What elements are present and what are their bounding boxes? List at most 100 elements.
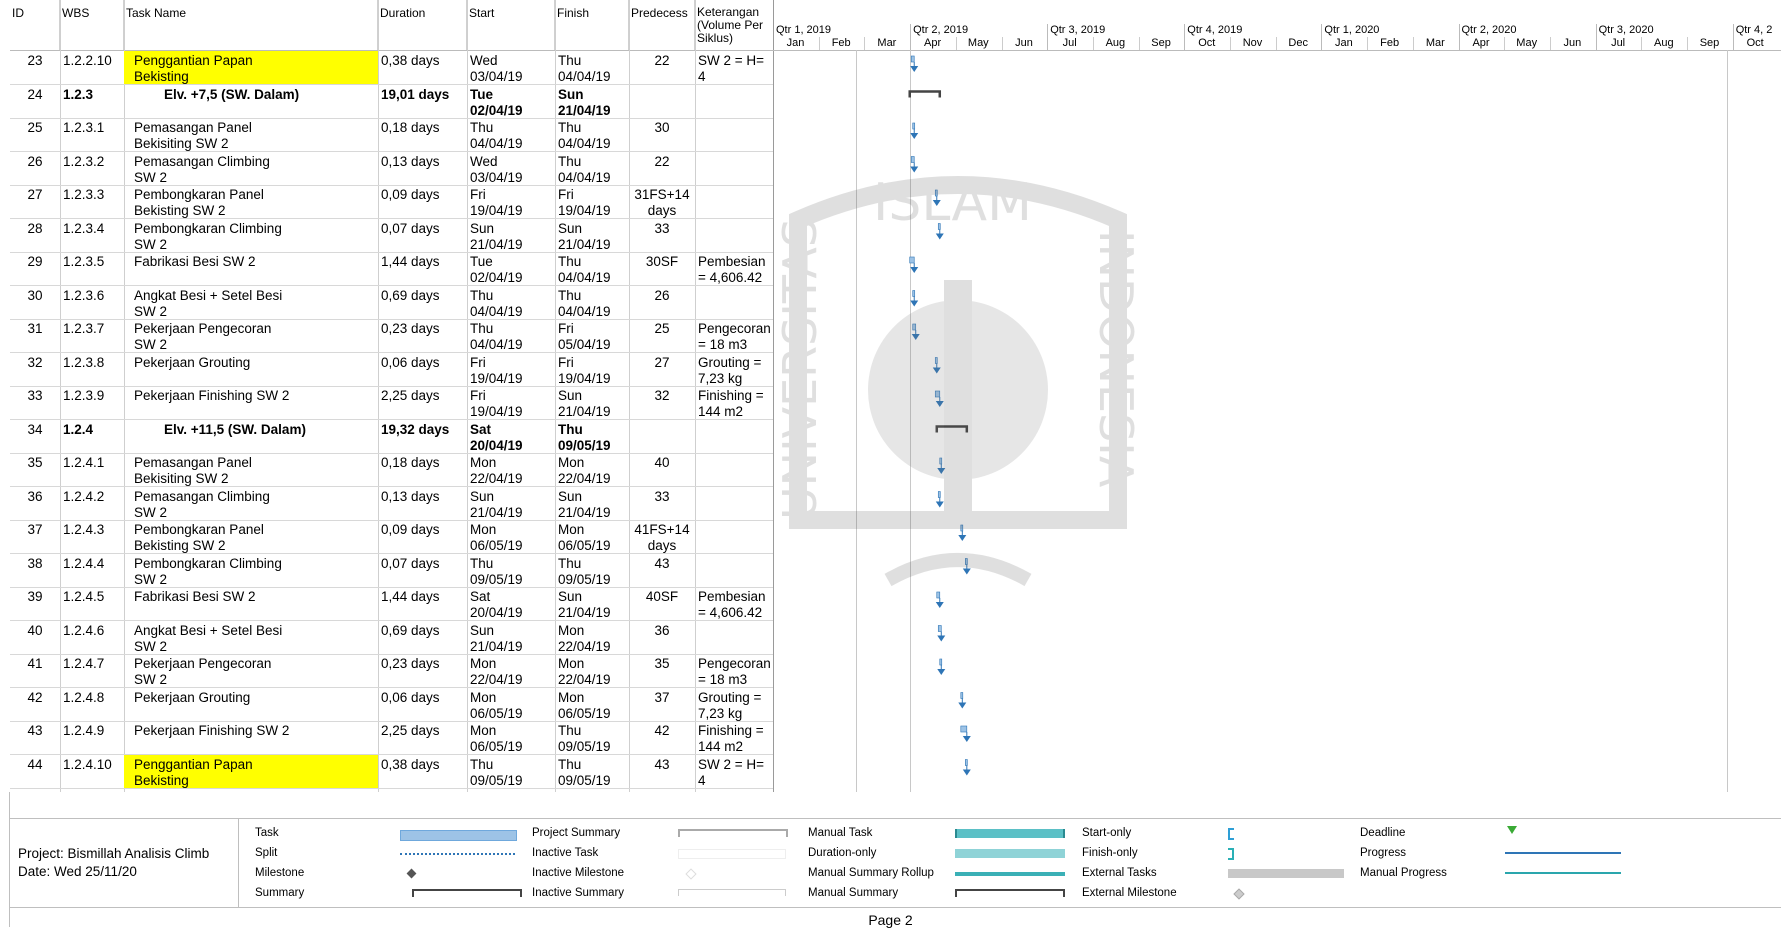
table-row[interactable]: 26 1.2.3.2 Pemasangan Climbing SW 2 0,13 day… (10, 152, 773, 186)
legend-label-external-milestone: External Milestone (1082, 887, 1177, 899)
table-row[interactable]: 27 1.2.3.3 Pembongkaran Panel Bekisting SW … (10, 185, 773, 219)
table-row[interactable]: 38 1.2.4.4 Pembongkaran Climbing SW 2 0,07 d… (10, 554, 773, 588)
task-id-line1: 38 (27, 555, 43, 571)
task-predecessors: 30 (629, 118, 695, 151)
task-wbs: 1.2.3.1 (60, 118, 124, 151)
task-name: Elv. +7,5 (SW. Dalam) (124, 85, 378, 118)
task-name: Pembongkaran Climbing SW 2 (124, 554, 378, 587)
task-start-line1: Thu (470, 287, 494, 303)
task-start-line2: 03/04/19 (470, 169, 523, 185)
table-row[interactable]: 34 1.2.4 Elv. +11,5 (SW. Dalam) 19,32 days S… (10, 420, 773, 454)
task-name-line1: Pekerjaan Pengecoran (134, 656, 272, 671)
task-start: Thu 09/05/19 (467, 554, 555, 587)
table-row[interactable]: 25 1.2.3.1 Pemasangan Panel Bekisiting SW 2… (10, 118, 773, 152)
table-row[interactable]: 30 1.2.3.6 Angkat Besi + Setel Besi SW 2 0,6… (10, 286, 773, 320)
task-start-line1: Mon (470, 455, 497, 470)
task-duration: 0,69 days (378, 286, 467, 319)
task-wbs-line1: 1.2.3 (63, 86, 94, 102)
table-row[interactable]: 37 1.2.4.3 Pembongkaran Panel Bekisting SW … (10, 520, 773, 554)
task-predecessors: 31FS+14 days (629, 185, 695, 218)
timescale-header: Jan Feb Mar Apr May Jun Jul Aug Sep Oct Nov Dec Jan F… (773, 0, 1781, 51)
task-predecessors: 30SF (629, 252, 695, 285)
legend-task-symbol (400, 830, 517, 841)
task-keterangan (695, 185, 773, 218)
table-row[interactable]: 44 1.2.4.10 Penggantian Papan Bekisting 0,38… (10, 754, 773, 789)
timescale-month: Jul (1062, 37, 1077, 49)
task-predecessors-line1: 22 (654, 53, 670, 68)
task-keterangan-line2: 144 m2 (698, 739, 744, 754)
table-row[interactable]: 39 1.2.4.5 Fabrikasi Besi SW 2 1,44 days Sat… (10, 587, 773, 621)
legend-inactive-milestone-diamond (685, 868, 697, 880)
task-predecessors-line1: 40 (654, 455, 670, 470)
task-start-line2: 09/05/19 (470, 571, 523, 587)
table-row[interactable]: 31 1.2.3.7 Pekerjaan Pengecoran SW 2 0,23 da… (10, 319, 773, 353)
table-row[interactable]: 36 1.2.4.2 Pemasangan Climbing SW 2 0,13 day… (10, 487, 773, 521)
table-row[interactable]: 28 1.2.3.4 Pembongkaran Climbing SW 2 0,07 d… (10, 219, 773, 253)
task-start-line1: Fri (470, 187, 486, 202)
legend-finish-only-symbol (1228, 848, 1234, 860)
task-predecessors-line1: 32 (654, 388, 670, 403)
task-finish-line2: 09/05/19 (558, 772, 611, 788)
task-start-line2: 19/04/19 (470, 203, 523, 218)
task-name-line1: Pekerjaan Pengecoran (134, 321, 272, 336)
task-wbs: 1.2.4.4 (60, 554, 124, 587)
task-duration-line1: 2,25 days (381, 723, 440, 738)
task-id-line1: 34 (27, 421, 43, 437)
timescale-divider (1275, 37, 1277, 50)
task-id: 40 (10, 621, 60, 654)
task-predecessors: 27 (629, 353, 695, 386)
task-finish: Mon 06/05/19 (555, 520, 629, 553)
table-row[interactable]: 23 1.2.2.10 Penggantian Papan Bekisting 0,38… (10, 51, 773, 85)
task-id: 24 (10, 85, 60, 118)
university-seal-watermark: ISLAM UNIVERSITAS INDONESIA (778, 173, 1138, 587)
timescale-quarter: Qtr 3, 2020 (1598, 24, 1654, 36)
task-id: 35 (10, 453, 60, 486)
task-finish-line1: Sun (558, 589, 583, 604)
task-finish-line2: 04/04/19 (558, 270, 611, 285)
timescale-divider (1047, 24, 1049, 50)
task-name-line1: Pembongkaran Climbing (134, 220, 282, 236)
table-row[interactable]: 29 1.2.3.5 Fabrikasi Besi SW 2 1,44 days Tue… (10, 252, 773, 286)
timescale-month: Oct (1746, 37, 1764, 49)
task-finish-line1: Mon (558, 455, 585, 470)
timescale-divider (955, 37, 957, 50)
task-predecessors-line1: 25 (654, 321, 670, 336)
task-wbs-line1: 1.2.4.9 (63, 723, 105, 738)
task-predecessors: 43 (629, 755, 695, 788)
task-keterangan-line2: 144 m2 (698, 404, 744, 419)
task-finish: Thu 04/04/19 (555, 152, 629, 185)
timescale-month: Nov (1242, 37, 1263, 49)
table-row[interactable]: 33 1.2.3.9 Pekerjaan Finishing SW 2 2,25 da… (10, 386, 773, 420)
task-keterangan (695, 85, 773, 118)
task-duration-line1: 1,44 days (381, 254, 440, 269)
header-duration: Duration (378, 0, 467, 50)
task-predecessors: 33 (629, 219, 695, 252)
task-id-line1: 28 (27, 220, 43, 236)
table-row[interactable]: 43 1.2.4.9 Pekerjaan Finishing SW 2 2,25 da… (10, 721, 773, 755)
task-finish-line1: Mon (558, 622, 585, 638)
project-date: Date: Wed 25/11/20 (18, 864, 137, 879)
task-finish-line2: 21/04/19 (558, 605, 611, 620)
task-predecessors: 43 (629, 554, 695, 587)
table-row[interactable]: 42 1.2.4.8 Pekerjaan Grouting 0,06 days Mon 0… (10, 688, 773, 722)
table-row[interactable]: 40 1.2.4.6 Angkat Besi + Setel Besi SW 2 0,6… (10, 621, 773, 655)
task-finish-line1: Thu (558, 421, 583, 437)
task-predecessors-line1: 40SF (645, 589, 679, 604)
legend-label-progress: Progress (1360, 847, 1407, 859)
task-start-line1: Tue (470, 86, 493, 102)
task-duration-line1: 0,69 days (381, 622, 440, 638)
table-row[interactable]: 24 1.2.3 Elv. +7,5 (SW. Dalam) 19,01 days Tu… (10, 85, 773, 119)
table-row[interactable]: 41 1.2.4.7 Pekerjaan Pengecoran SW 2 0,23 da… (10, 654, 773, 688)
table-row[interactable]: 32 1.2.3.8 Pekerjaan Grouting 0,06 days Fri 1… (10, 353, 773, 387)
task-id-line1: 39 (27, 589, 43, 604)
task-finish: Thu 09/05/19 (555, 420, 629, 453)
task-finish-line2: 21/04/19 (558, 102, 611, 118)
timescale-divider (1504, 37, 1506, 50)
task-name: Elv. +11,5 (SW. Dalam) (124, 420, 378, 453)
table-row[interactable]: 35 1.2.4.1 Pemasangan Panel Bekisiting SW 2… (10, 453, 773, 487)
task-start: Wed 03/04/19 (467, 51, 555, 84)
task-finish-line2: 05/04/19 (558, 337, 611, 352)
legend-label-milestone: Milestone (255, 867, 305, 879)
task-name-line1: Elv. +7,5 (SW. Dalam) (164, 86, 300, 102)
task-predecessors: 36 (629, 621, 695, 654)
